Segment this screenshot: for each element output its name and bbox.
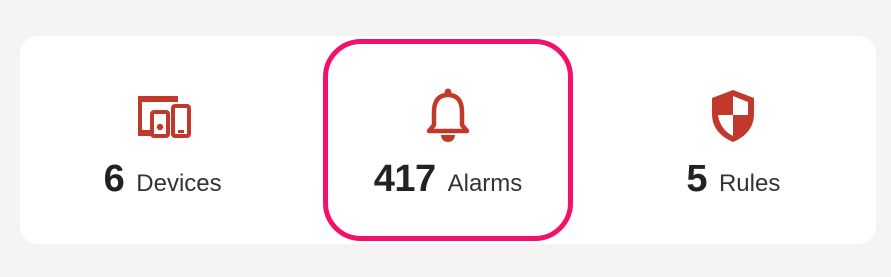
stat-alarms[interactable]: 417 Alarms: [305, 36, 590, 244]
stat-rules[interactable]: 5 Rules: [591, 36, 876, 244]
devices-count: 6: [103, 158, 125, 200]
rules-count: 5: [686, 158, 707, 200]
alarms-figure: 417 Alarms: [374, 158, 523, 201]
rules-figure: 5 Rules: [686, 158, 780, 201]
shield-icon: [712, 90, 755, 142]
rules-label: Rules: [718, 170, 781, 197]
alarms-label: Alarms: [447, 170, 523, 197]
stat-devices[interactable]: 6 Devices: [20, 36, 305, 244]
bell-icon: [426, 88, 470, 142]
devices-icon: [137, 96, 191, 138]
devices-figure: 6 Devices: [104, 158, 222, 201]
summary-card: 6 Devices 417 Alarms 5 Rules: [20, 36, 876, 244]
alarms-count: 417: [373, 158, 436, 200]
devices-label: Devices: [136, 170, 222, 197]
